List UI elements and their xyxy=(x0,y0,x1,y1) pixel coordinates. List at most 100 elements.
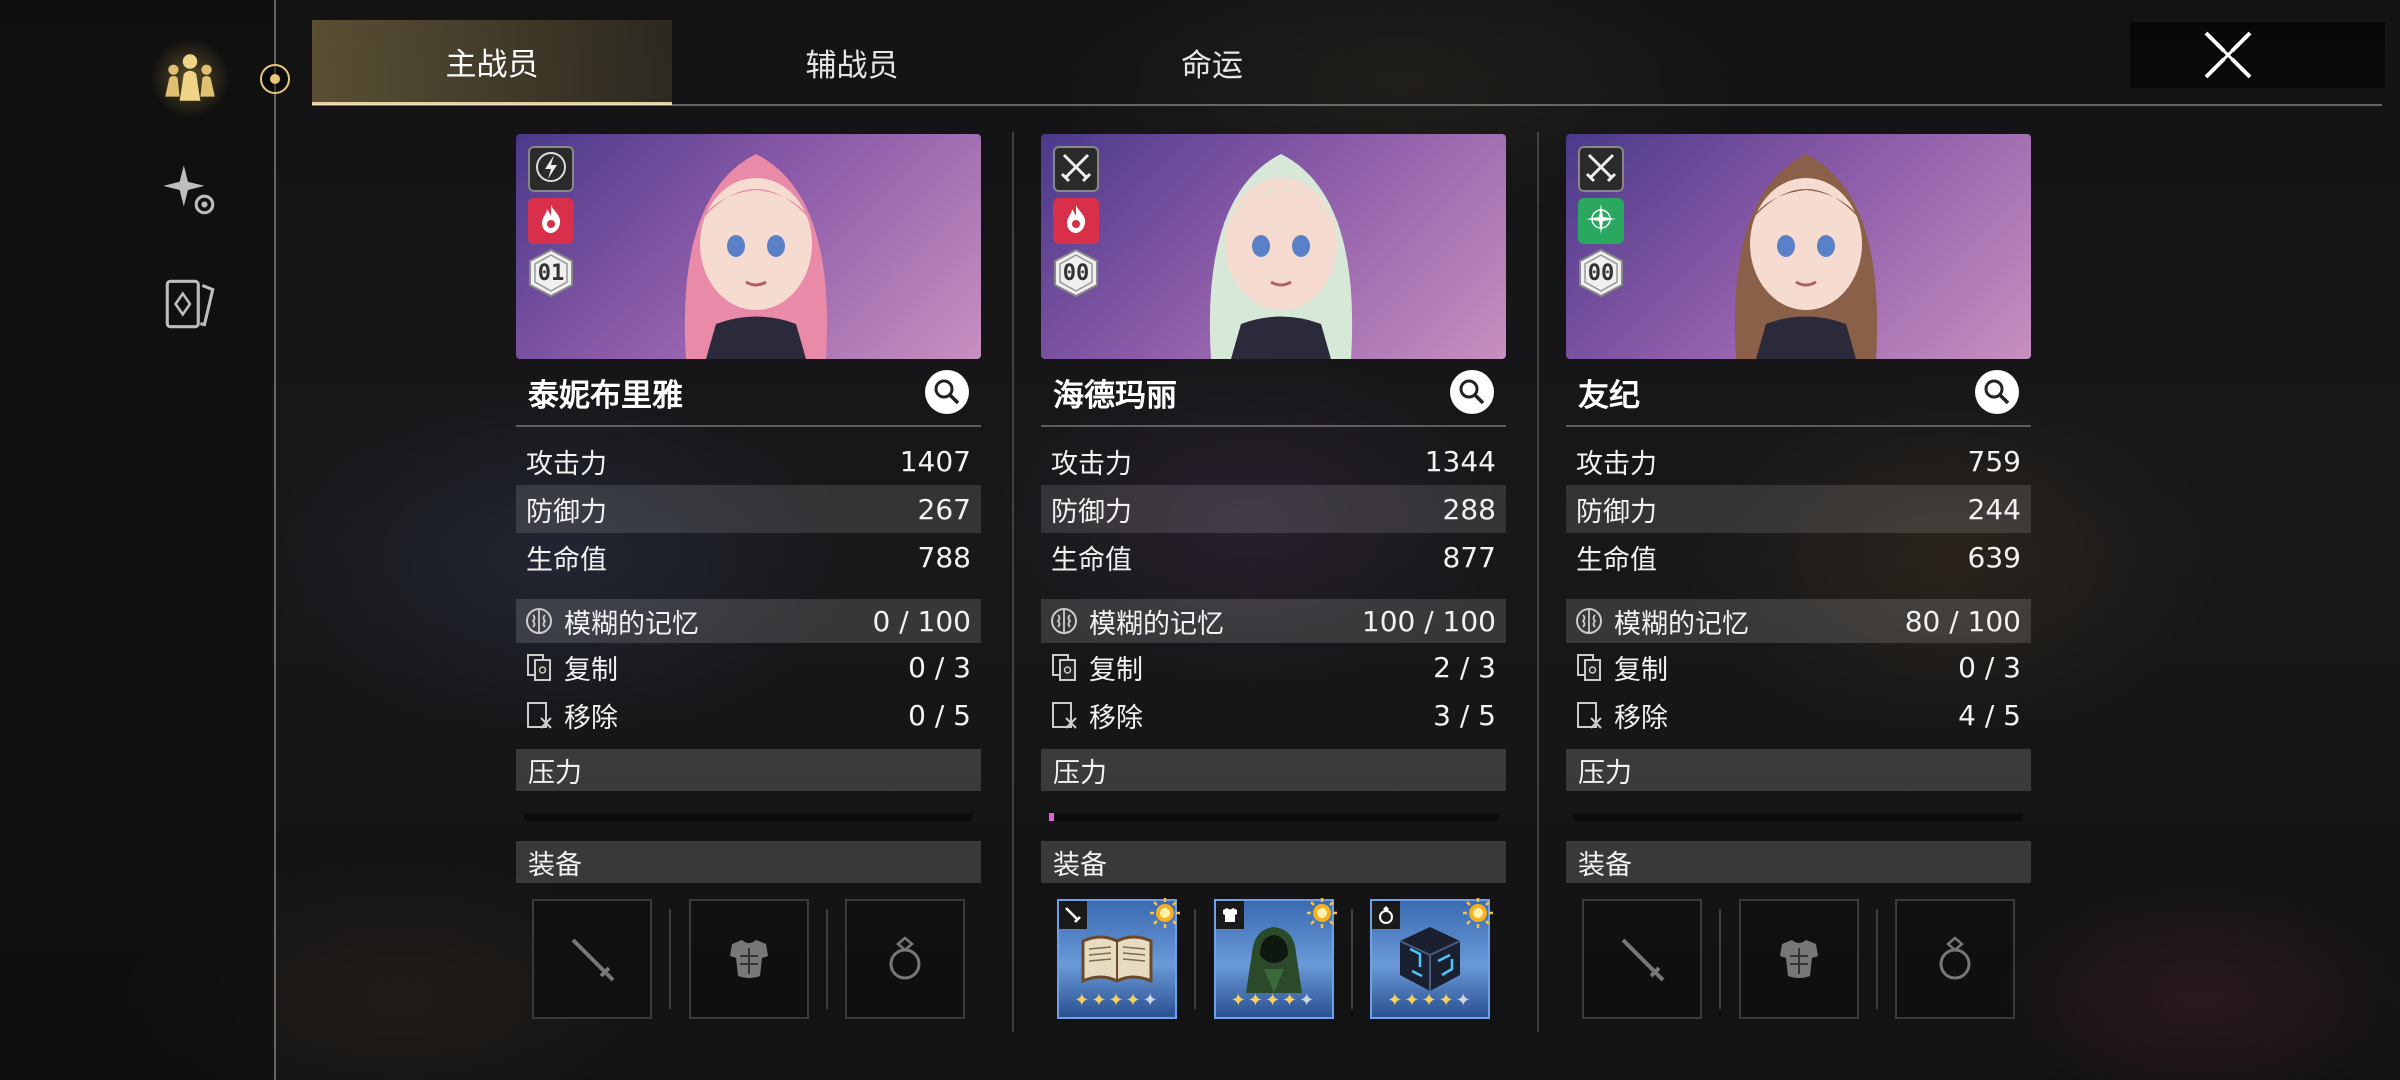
copy-icon xyxy=(1052,654,1076,681)
weapon-slot[interactable] xyxy=(1582,899,1702,1019)
accessory-slot[interactable] xyxy=(845,899,965,1019)
stats-list: 攻击力 1344 防御力 288 生命值 877 xyxy=(1041,437,1506,581)
close-button[interactable] xyxy=(2130,22,2385,88)
resource-value: 2 / 3 xyxy=(1433,650,1496,684)
character-portrait[interactable]: 01 xyxy=(516,134,981,359)
character-art xyxy=(1209,154,1353,359)
tab-underline xyxy=(312,104,2382,106)
equipment-section: 装备 xyxy=(516,841,981,1019)
rail-indicator xyxy=(260,64,290,94)
close-icon xyxy=(2204,31,2251,79)
resource-list: 模糊的记忆 0 / 100 复制 0 / 3 移除 0 / 5 xyxy=(516,599,981,739)
pressure-fill xyxy=(1049,813,1054,821)
stat-label: 生命值 xyxy=(526,544,607,576)
pressure-section: 压力 xyxy=(516,749,981,821)
role-badge xyxy=(528,146,574,192)
cube-icon xyxy=(1399,927,1461,991)
slot-separator xyxy=(669,909,672,1009)
crossed-swords-icon xyxy=(1584,150,1618,188)
resource-label: 移除 xyxy=(564,702,618,734)
tab-destiny[interactable]: 命运 xyxy=(1032,20,1392,105)
resource-label: 复制 xyxy=(1614,654,1668,686)
name-row: 泰妮布里雅 xyxy=(516,359,981,427)
tab-main-fighter[interactable]: 主战员 xyxy=(312,20,672,105)
slot-type-tag xyxy=(1059,901,1087,929)
equipment-heading: 装备 xyxy=(516,841,981,883)
stat-value: 788 xyxy=(917,540,971,574)
sun-badge-icon xyxy=(1306,898,1337,928)
weapon-slot[interactable]: ✦✦✦✦✦ xyxy=(1057,898,1180,1019)
resource-value: 3 / 5 xyxy=(1433,698,1496,732)
fire-icon xyxy=(534,202,568,240)
resource-label: 复制 xyxy=(564,654,618,686)
resource-value: 4 / 5 xyxy=(1958,698,2021,732)
armor-slot[interactable] xyxy=(1738,899,1859,1019)
search-icon xyxy=(934,379,960,405)
remove-row: 移除 3 / 5 xyxy=(1041,691,1506,739)
fire-icon xyxy=(1059,202,1093,240)
remove-card-icon xyxy=(1577,702,1602,729)
stat-value: 244 xyxy=(1967,492,2021,526)
remove-card-icon xyxy=(1052,702,1077,729)
character-portrait[interactable]: 00 xyxy=(1041,134,1506,359)
character-card: 01 泰妮布里雅 攻击力 1407 防御力 267 生命值 788 模糊的记忆 0 / … xyxy=(516,134,981,1019)
equipment-section: 装备 ✦✦✦✦✦ ✦✦✦✦✦ ✦✦✦✦✦ xyxy=(1041,841,1506,1019)
stat-value: 1407 xyxy=(899,444,971,478)
element-badge xyxy=(528,198,574,244)
stat-attack: 攻击力 759 xyxy=(1566,437,2031,485)
stat-defense: 防御力 267 xyxy=(516,485,981,533)
armor-slot[interactable]: ✦✦✦✦✦ xyxy=(1213,898,1337,1019)
weapon-slot[interactable] xyxy=(532,899,652,1019)
card-icon xyxy=(165,279,215,329)
search-icon xyxy=(1984,379,2010,405)
accessory-slot[interactable]: ✦✦✦✦✦ xyxy=(1370,898,1493,1019)
book-icon xyxy=(1081,935,1153,984)
stat-defense: 防御力 244 xyxy=(1566,485,2031,533)
hooded-figure-icon xyxy=(1245,927,1302,993)
equipment-section: 装备 xyxy=(1566,841,2031,1019)
stat-label: 攻击力 xyxy=(1051,448,1132,480)
stat-hp: 生命值 639 xyxy=(1566,533,2031,581)
tab-support-fighter[interactable]: 辅战员 xyxy=(672,20,1032,105)
armor-slot[interactable] xyxy=(688,899,809,1019)
accessory-slot[interactable] xyxy=(1895,899,2015,1019)
stat-label: 防御力 xyxy=(1576,496,1657,528)
side-rail xyxy=(0,0,275,1080)
item-stars: ✦✦✦✦✦ xyxy=(1387,990,1473,1011)
inspect-button[interactable] xyxy=(1450,370,1494,414)
copy-row: 复制 2 / 3 xyxy=(1041,643,1506,691)
stat-hp: 生命值 788 xyxy=(516,533,981,581)
role-badge xyxy=(1578,146,1624,192)
character-card: 00 海德玛丽 攻击力 1344 防御力 288 生命值 877 模糊的记忆 100 /… xyxy=(1041,134,1506,1019)
slot-type-tag xyxy=(1215,901,1244,929)
column-divider xyxy=(1537,132,1539,1032)
copy-row: 复制 0 / 3 xyxy=(1566,643,2031,691)
element-badge xyxy=(1578,198,1624,244)
card-tab-button[interactable] xyxy=(150,264,230,344)
pressure-bar xyxy=(524,813,973,821)
stat-label: 防御力 xyxy=(1051,496,1132,528)
memory-row: 模糊的记忆 100 / 100 xyxy=(1041,599,1506,643)
inspect-button[interactable] xyxy=(925,370,969,414)
pressure-section: 压力 xyxy=(1566,749,2031,821)
name-row: 友纪 xyxy=(1566,359,2031,427)
team-tab-button[interactable] xyxy=(150,38,230,118)
remove-row: 移除 0 / 5 xyxy=(516,691,981,739)
stat-defense: 防御力 288 xyxy=(1041,485,1506,533)
resource-value: 0 / 3 xyxy=(1958,650,2021,684)
resource-list: 模糊的记忆 80 / 100 复制 0 / 3 移除 4 / 5 xyxy=(1566,599,2031,739)
column-divider xyxy=(1012,132,1014,1032)
inspect-button[interactable] xyxy=(1975,370,2019,414)
stat-label: 防御力 xyxy=(526,496,607,528)
memory-row: 模糊的记忆 0 / 100 xyxy=(516,599,981,643)
sun-badge-icon xyxy=(1463,898,1493,928)
sparkle-tab-button[interactable] xyxy=(150,150,230,230)
character-portrait[interactable]: 00 xyxy=(1566,134,2031,359)
slot-separator xyxy=(825,909,828,1009)
stats-list: 攻击力 759 防御力 244 生命值 639 xyxy=(1566,437,2031,581)
character-art xyxy=(684,154,828,359)
stat-label: 攻击力 xyxy=(1576,448,1657,480)
lightning-icon xyxy=(534,150,568,188)
sparkle-icon xyxy=(163,165,215,215)
resource-label: 复制 xyxy=(1089,654,1143,686)
